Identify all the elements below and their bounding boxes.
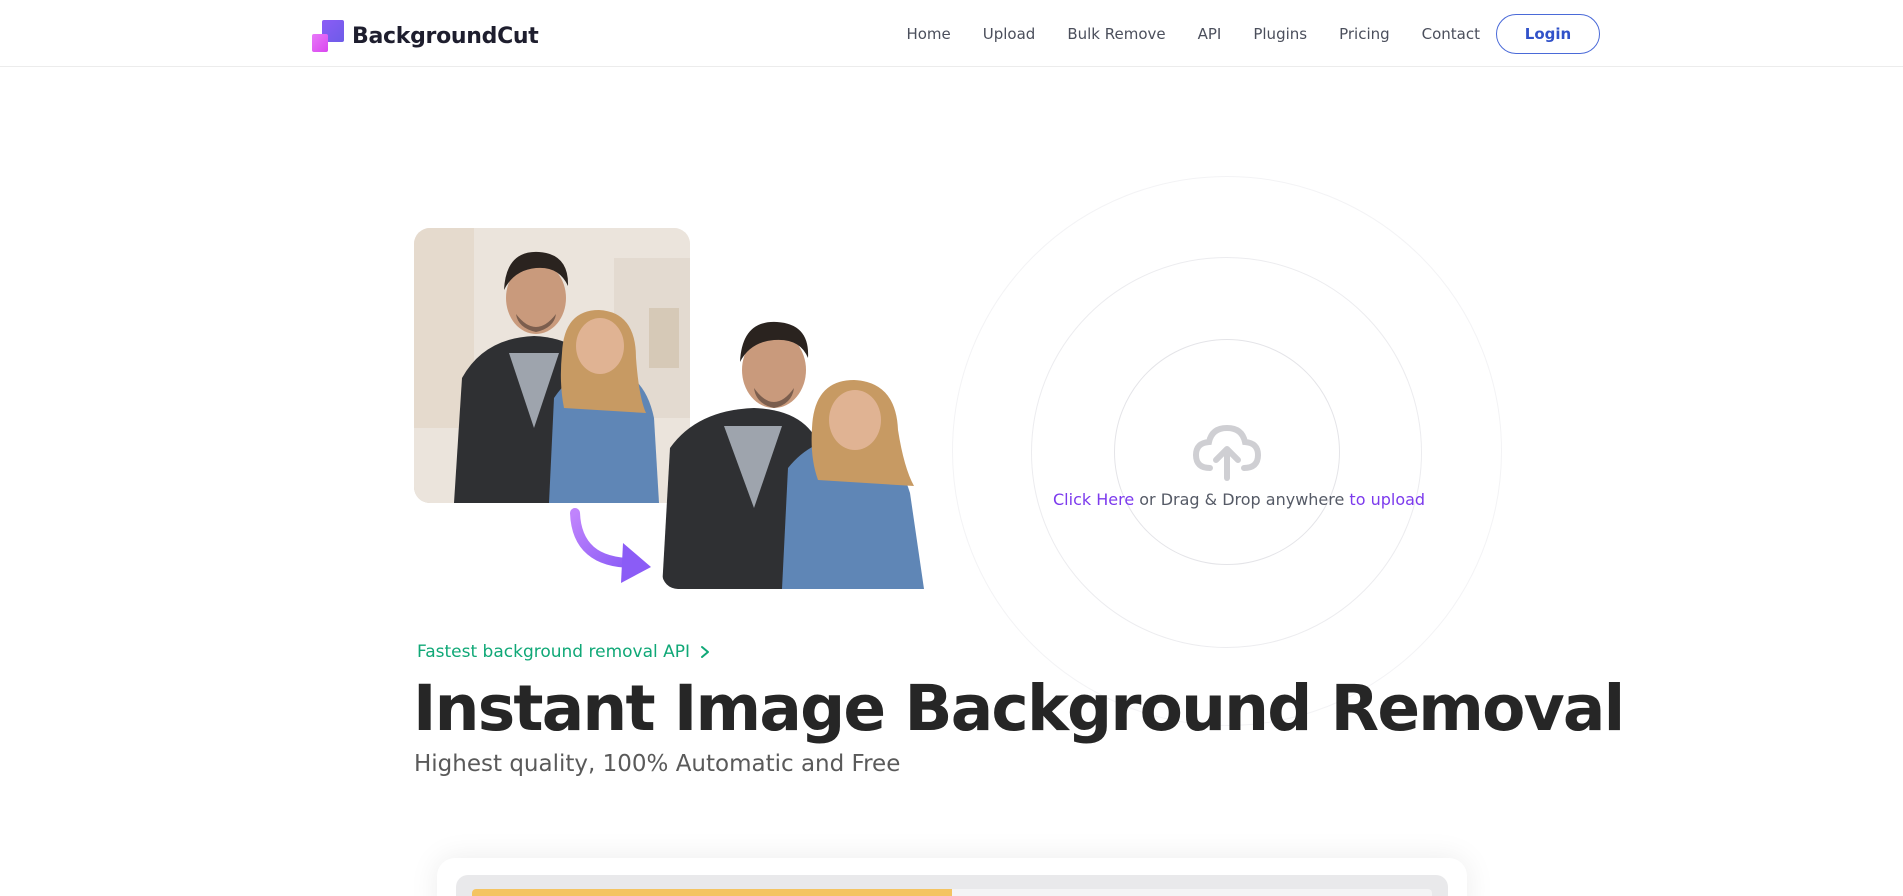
to-upload-link[interactable]: to upload [1349,490,1425,509]
after-example-image [662,318,940,589]
nav-link-upload[interactable]: Upload [983,25,1036,43]
click-here-link[interactable]: Click Here [1053,490,1134,509]
hero-title: Instant Image Background Removal [413,672,1625,745]
cloud-upload-icon[interactable] [1192,422,1262,482]
demo-card-frame [456,875,1448,896]
curved-arrow-icon [565,505,665,590]
hero-subtitle: Highest quality, 100% Automatic and Free [414,751,901,777]
api-promo-link[interactable]: Fastest background removal API [417,642,712,662]
nav-link-plugins[interactable]: Plugins [1253,25,1307,43]
nav-links: Home Upload Bulk Remove API Plugins Pric… [906,14,1600,54]
demo-card [437,858,1467,896]
brand-name: BackgroundCut [352,23,539,49]
upload-instructions-middle: or Drag & Drop anywhere [1134,490,1350,509]
brand-logo[interactable]: BackgroundCut [312,20,539,52]
before-example-image [414,228,690,503]
api-promo-label: Fastest background removal API [417,642,691,662]
nav-link-home[interactable]: Home [906,25,950,43]
demo-progress-fill [472,889,952,896]
nav-link-pricing[interactable]: Pricing [1339,25,1390,43]
logo-icon [312,20,344,52]
top-navbar: BackgroundCut Home Upload Bulk Remove AP… [0,0,1903,67]
nav-link-contact[interactable]: Contact [1422,25,1480,43]
nav-link-bulk-remove[interactable]: Bulk Remove [1067,25,1165,43]
login-button[interactable]: Login [1496,14,1600,54]
nav-link-api[interactable]: API [1198,25,1222,43]
upload-instructions: Click Here or Drag & Drop anywhere to up… [1053,490,1425,509]
demo-progress-bar [472,889,1432,896]
chevron-right-icon [701,646,710,658]
